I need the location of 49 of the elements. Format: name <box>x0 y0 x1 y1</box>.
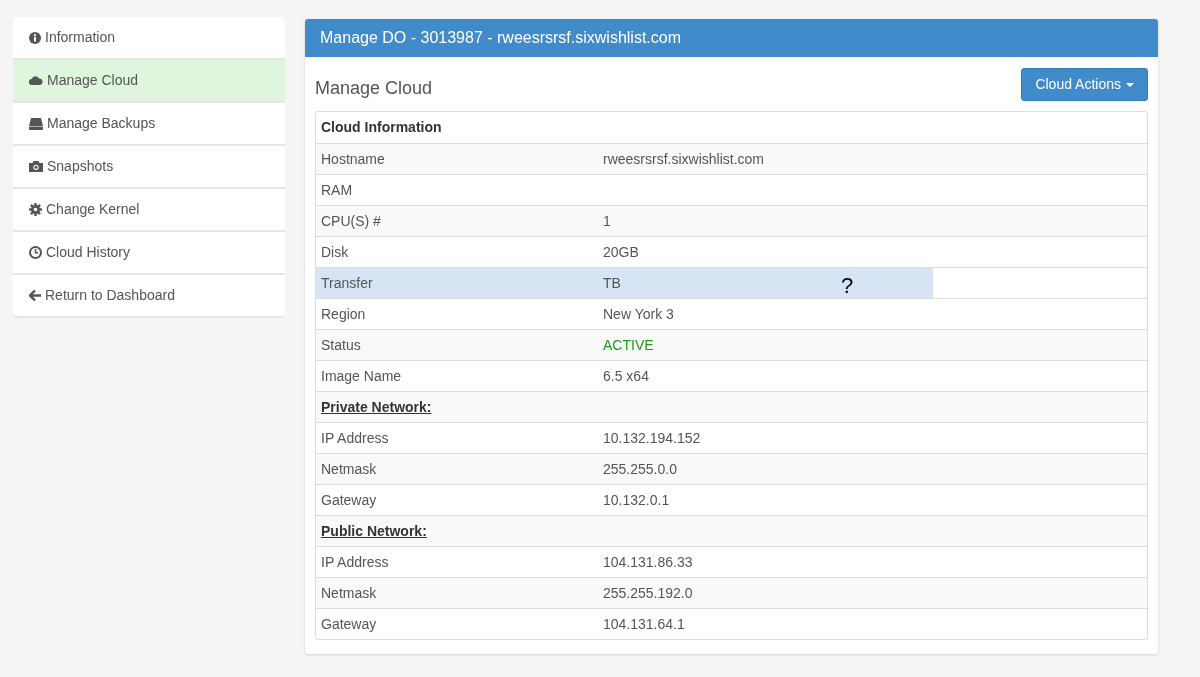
field-label: RAM <box>321 181 353 198</box>
field-label: Netmask <box>321 584 377 601</box>
field-value: 1 <box>603 211 611 231</box>
question-mark: ? <box>841 272 854 300</box>
clock-icon <box>29 246 42 259</box>
camera-icon <box>29 161 43 172</box>
field-value: 20GB <box>603 242 639 262</box>
sidebar-item[interactable]: Change Kernel <box>13 189 285 232</box>
sidebar-item[interactable]: Information <box>13 17 285 60</box>
cloud-actions-button[interactable]: Cloud Actions <box>1021 68 1148 101</box>
field-label: CPU(S) # <box>321 212 381 229</box>
field-label: Region <box>321 305 366 322</box>
info-icon <box>29 31 41 44</box>
field-label: Netmask <box>321 460 377 477</box>
section-heading: Private Network: <box>320 397 432 417</box>
field-value: rweesrsrsf.sixwishlist.com <box>603 149 764 169</box>
sidebar-item[interactable]: Manage Cloud <box>13 60 285 103</box>
field-label: Transfer <box>321 274 373 291</box>
field-value: 10.132.194.152 <box>603 428 701 448</box>
drive-icon <box>29 117 43 130</box>
field-value: New York 3 <box>603 304 674 324</box>
field-value: 6.5 x64 <box>603 366 649 386</box>
gear-icon <box>29 203 42 216</box>
arrow-left-icon <box>29 290 41 301</box>
field-label: IP Address <box>321 553 389 570</box>
sidebar-item[interactable]: Return to Dashboard <box>13 275 285 318</box>
field-value: 104.131.86.33 <box>603 552 693 572</box>
field-label: Status <box>321 336 361 353</box>
table-title: Cloud Information <box>320 118 442 137</box>
field-label: Gateway <box>321 615 377 632</box>
field-value: 104.131.64.1 <box>603 614 685 634</box>
field-label: Hostname <box>321 150 385 167</box>
field-label: Disk <box>321 243 349 260</box>
page-heading: Manage Cloud <box>315 77 433 100</box>
field-value: 255.255.0.0 <box>603 459 677 479</box>
status-value: ACTIVE <box>603 335 654 355</box>
field-value: 10.132.0.1 <box>603 490 670 510</box>
field-label: IP Address <box>321 429 389 446</box>
section-heading: Public Network: <box>320 521 427 541</box>
sidebar-item[interactable]: Manage Backups <box>13 103 285 146</box>
field-value: 255.255.192.0 <box>603 583 693 603</box>
field-value: TB <box>603 273 621 293</box>
panel-title: Manage DO - 3013987 - rweesrsrsf.sixwishlist.com <box>305 19 1158 57</box>
cloud-icon <box>29 76 43 85</box>
sidebar-item[interactable]: Cloud History <box>13 232 285 275</box>
field-label: Image Name <box>321 367 402 384</box>
caret-icon <box>1126 82 1134 87</box>
field-label: Gateway <box>321 491 377 508</box>
sidebar-item[interactable]: Snapshots <box>13 146 285 189</box>
